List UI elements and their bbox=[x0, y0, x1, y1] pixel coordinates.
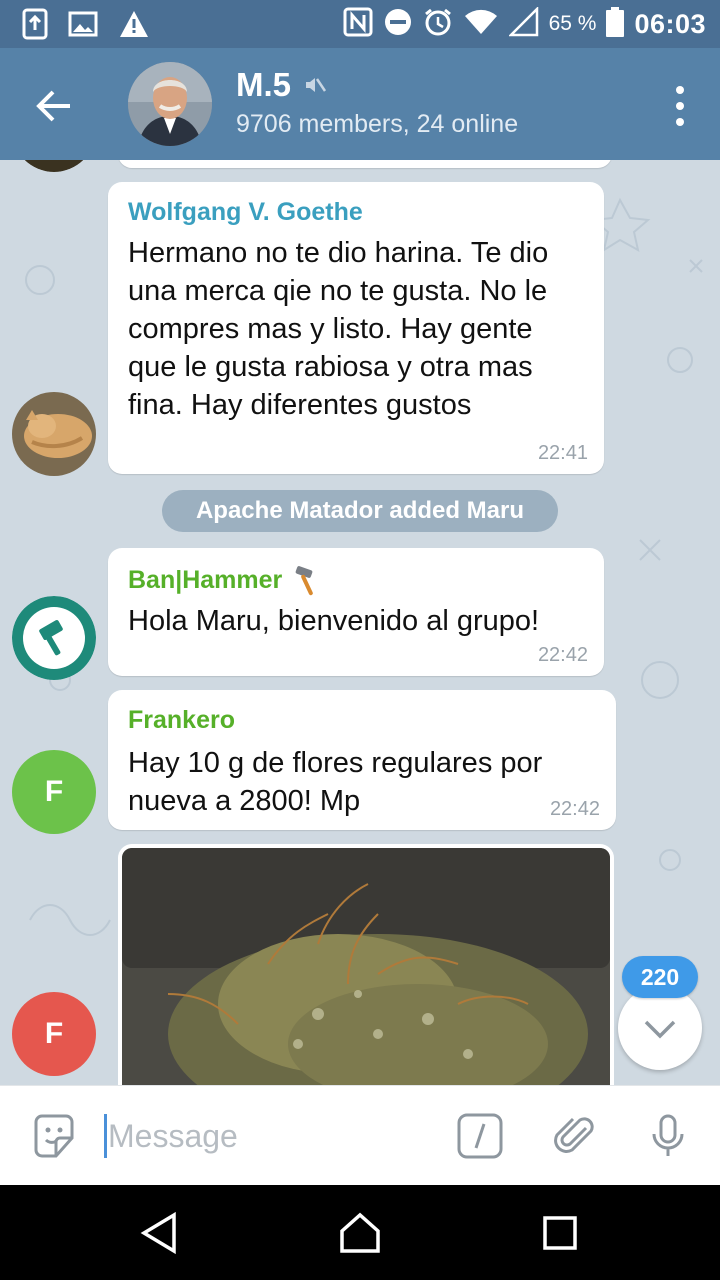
message-text: Hola Maru, bienvenido al grupo! bbox=[128, 605, 540, 637]
do-not-disturb-icon bbox=[383, 7, 413, 42]
triangle-back-icon bbox=[140, 1211, 176, 1255]
message-time: 22:41 bbox=[537, 442, 588, 464]
message-bubble[interactable]: Wolfgang V. Goethe Hermano no te dio har… bbox=[108, 182, 604, 474]
sticker-icon bbox=[34, 1114, 74, 1158]
wifi-icon bbox=[463, 8, 499, 41]
attach-button[interactable] bbox=[552, 1112, 600, 1160]
signal-icon bbox=[507, 5, 539, 42]
chat-title[interactable]: M.5 bbox=[236, 66, 327, 104]
service-message: Apache Matador added Maru bbox=[162, 490, 558, 532]
arrow-left-icon bbox=[36, 90, 70, 122]
nfc-icon bbox=[343, 7, 373, 42]
status-bar: 65 % 06:03 bbox=[0, 0, 720, 48]
alarm-icon bbox=[423, 7, 453, 42]
sender-avatar-letter[interactable]: F bbox=[12, 750, 96, 834]
chat-header: M.5 9706 members, 24 online bbox=[0, 48, 720, 160]
battery-percent: 65 % bbox=[548, 12, 597, 35]
sticker-button[interactable] bbox=[30, 1112, 78, 1160]
photo-image bbox=[122, 848, 610, 1085]
scroll-to-bottom-button[interactable] bbox=[618, 986, 702, 1070]
sender-avatar-letter[interactable]: F bbox=[12, 992, 96, 1076]
message-time: 22:42 bbox=[549, 798, 600, 820]
message-list[interactable]: Wolfgang V. Goethe Hermano no te dio har… bbox=[0, 160, 720, 1085]
muted-icon bbox=[306, 78, 327, 92]
message-bubble[interactable]: Ban|Hammer Hola Maru, bienvenido al grup… bbox=[108, 548, 604, 676]
sender-name[interactable]: Wolfgang V. Goethe bbox=[128, 198, 363, 227]
message-bubble-previous[interactable] bbox=[118, 160, 612, 168]
recents-icon bbox=[543, 1216, 577, 1250]
sender-avatar[interactable] bbox=[12, 392, 96, 476]
back-button[interactable] bbox=[26, 78, 82, 134]
voice-message-button[interactable] bbox=[644, 1112, 692, 1160]
paperclip-icon bbox=[554, 1117, 594, 1153]
sender-name[interactable]: Frankero bbox=[128, 706, 235, 735]
nav-home-button[interactable] bbox=[336, 1209, 384, 1257]
home-icon bbox=[340, 1212, 380, 1253]
message-time: 22:42 bbox=[537, 644, 588, 666]
microphone-icon bbox=[652, 1114, 684, 1156]
sender-name: Ban|Hammer bbox=[128, 565, 283, 594]
battery-icon bbox=[606, 6, 625, 42]
members-count: 9706 members, 24 online bbox=[236, 110, 519, 138]
hammer-icon bbox=[295, 566, 314, 596]
chevron-down-icon bbox=[644, 1020, 676, 1039]
sender-name-row[interactable]: Ban|Hammer bbox=[128, 564, 322, 596]
system-navigation-bar bbox=[0, 1185, 720, 1280]
message-input[interactable] bbox=[108, 1110, 428, 1162]
photo-message[interactable] bbox=[118, 844, 614, 1085]
more-options-button[interactable] bbox=[670, 82, 690, 130]
group-avatar[interactable] bbox=[128, 62, 212, 146]
slash-command-icon bbox=[457, 1113, 503, 1159]
message-bubble[interactable]: Frankero Hay 10 g de flores regulares po… bbox=[108, 690, 616, 830]
bot-avatar[interactable] bbox=[12, 596, 96, 680]
warning-icon bbox=[118, 9, 150, 44]
nav-recents-button[interactable] bbox=[536, 1209, 584, 1257]
text-cursor bbox=[104, 1114, 107, 1158]
nav-back-button[interactable] bbox=[136, 1209, 184, 1257]
more-vertical-icon bbox=[676, 86, 684, 126]
message-input-bar bbox=[0, 1085, 720, 1185]
upload-notification-icon bbox=[22, 8, 48, 45]
message-text: Hay 10 g de flores regulares por nueva a… bbox=[128, 747, 543, 817]
image-notification-icon bbox=[68, 11, 98, 42]
group-name: M.5 bbox=[236, 66, 292, 103]
unread-count-badge[interactable]: 220 bbox=[622, 956, 698, 998]
clock: 06:03 bbox=[634, 8, 706, 39]
message-text: Hermano no te dio harina. Te dio una mer… bbox=[128, 237, 549, 421]
bot-commands-button[interactable] bbox=[456, 1112, 504, 1160]
